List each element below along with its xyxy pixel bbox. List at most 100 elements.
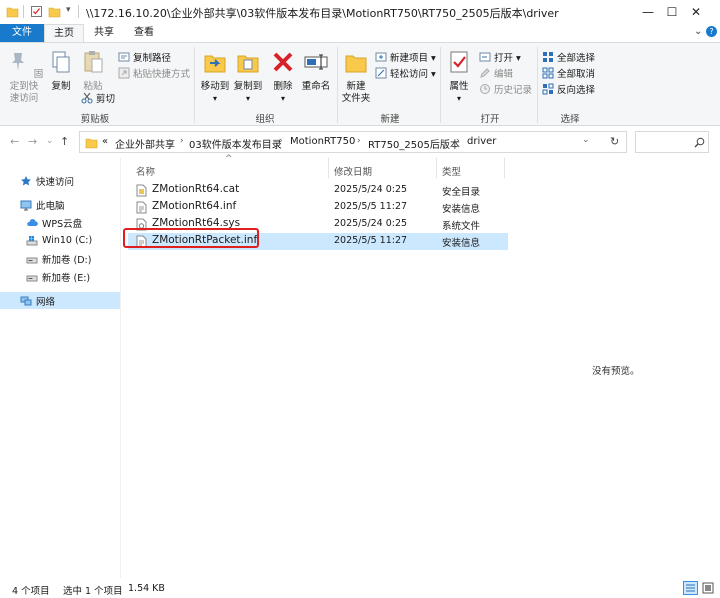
- large-icons-view-icon[interactable]: [701, 581, 715, 595]
- delete-dropdown-icon: ▾: [280, 94, 285, 103]
- select-none-button[interactable]: 全部取消: [542, 66, 595, 80]
- delete-label: 删除: [273, 81, 293, 92]
- back-arrow-icon[interactable]: ←: [10, 135, 19, 148]
- breadcrumb-overflow[interactable]: «: [102, 136, 108, 147]
- preview-pane: 没有预览。: [510, 158, 720, 578]
- new-folder-qa-icon[interactable]: [48, 5, 61, 18]
- copy-to-label: 复制到: [233, 81, 263, 92]
- delete-button[interactable]: 删除 ▾: [270, 49, 296, 105]
- file-row[interactable]: ZMotionRt64.inf 2025/5/5 11:27 安装信息: [128, 199, 508, 216]
- edit-label: 编辑: [494, 69, 514, 80]
- file-row[interactable]: ZMotionRt64.cat 2025/5/24 0:25 安全目录: [128, 182, 508, 199]
- column-header-name[interactable]: 名称: [136, 164, 155, 178]
- breadcrumb-chevron-icon[interactable]: ›: [357, 136, 361, 146]
- help-icon[interactable]: ?: [706, 26, 717, 37]
- computer-icon: [20, 200, 32, 210]
- move-to-label: 移动到: [200, 81, 230, 92]
- invert-selection-button[interactable]: 反向选择: [542, 82, 595, 96]
- breadcrumb-chevron-icon[interactable]: ›: [456, 136, 460, 146]
- tab-view[interactable]: 查看: [124, 24, 164, 42]
- nav-drive-e[interactable]: 新加卷 (E:): [0, 268, 120, 285]
- status-bar: 4 个项目 选中 1 个项目 1.54 KB: [0, 578, 720, 598]
- tab-file[interactable]: 文件: [0, 24, 44, 42]
- select-all-button[interactable]: 全部选择: [542, 50, 595, 64]
- copy-icon: [52, 51, 70, 73]
- nav-drive-c[interactable]: Win10 (C:): [0, 232, 120, 249]
- forward-arrow-icon[interactable]: →: [28, 135, 37, 148]
- nav-wps-cloud[interactable]: WPS云盘: [0, 214, 120, 231]
- new-item-icon: [375, 52, 387, 62]
- breadcrumb-chevron-icon[interactable]: ›: [279, 136, 283, 146]
- column-separator[interactable]: [436, 158, 437, 178]
- file-name: ZMotionRt64.cat: [152, 183, 240, 195]
- easy-access-button[interactable]: 轻松访问 ▾: [375, 66, 436, 80]
- new-folder-button[interactable]: 新建 文件夹: [340, 49, 372, 105]
- details-view-icon[interactable]: [683, 581, 698, 595]
- breadcrumb-release-dir[interactable]: 03软件版本发布目录: [189, 136, 282, 151]
- tab-home[interactable]: 主页: [44, 24, 84, 43]
- column-separator[interactable]: [328, 158, 329, 178]
- nav-quick-access[interactable]: 快速访问: [0, 172, 120, 189]
- new-folder-label: 新建 文件夹: [341, 81, 371, 104]
- copy-path-icon: [118, 52, 130, 62]
- cut-button[interactable]: 剪切: [81, 91, 115, 105]
- sort-ascending-icon: ^: [225, 154, 233, 164]
- status-item-count: 4 个项目: [12, 586, 50, 597]
- move-to-button[interactable]: 移动到 ▾: [199, 49, 231, 105]
- breadcrumb-rt750[interactable]: RT750_2505后版本: [368, 136, 460, 151]
- drive-icon: [26, 275, 38, 281]
- paste-shortcut-label: 粘贴快捷方式: [133, 69, 191, 80]
- nav-this-pc[interactable]: 此电脑: [0, 196, 120, 213]
- scissors-icon: [81, 92, 93, 104]
- nav-drive-c-label: Win10 (C:): [42, 235, 93, 246]
- ribbon-tabs: 文件 主页 共享 查看 ⌄ ?: [0, 24, 720, 43]
- recent-locations-icon[interactable]: ⌄: [46, 136, 54, 146]
- highlight-box: [123, 228, 259, 248]
- breadcrumb-motionrt750[interactable]: MotionRT750: [290, 136, 355, 147]
- preview-empty-text: 没有预览。: [592, 366, 640, 377]
- easy-access-icon: [375, 67, 387, 79]
- copy-button[interactable]: 复制: [46, 49, 76, 93]
- title-bar: ▾ \\172.16.10.20\企业外部共享\03软件版本发布目录\Motio…: [0, 0, 720, 24]
- ribbon-separator: [440, 47, 441, 123]
- copy-path-label: 复制路径: [133, 53, 172, 64]
- tab-share[interactable]: 共享: [84, 24, 124, 42]
- setup-info-file-icon: [136, 201, 147, 214]
- file-type: 安全目录: [442, 187, 481, 198]
- column-header-date[interactable]: 修改日期: [334, 164, 372, 178]
- new-item-button[interactable]: 新建项目 ▾: [375, 50, 436, 64]
- edit-button[interactable]: 编辑: [479, 66, 513, 80]
- network-icon: [20, 296, 32, 305]
- rename-button[interactable]: 重命名: [300, 49, 332, 93]
- search-input[interactable]: [635, 131, 709, 153]
- up-arrow-icon[interactable]: ↑: [60, 135, 69, 148]
- ribbon-collapse-icon[interactable]: ⌄: [694, 26, 702, 37]
- open-button[interactable]: 打开 ▾: [479, 50, 521, 64]
- file-date: 2025/5/5 11:27: [334, 235, 408, 246]
- pin-icon: [11, 53, 24, 71]
- nav-drive-d[interactable]: 新加卷 (D:): [0, 250, 120, 267]
- breadcrumb-chevron-icon[interactable]: ›: [180, 136, 184, 146]
- paste-button[interactable]: 粘贴: [78, 49, 108, 93]
- catalog-file-icon: [136, 184, 147, 197]
- pin-to-quick-access-button[interactable]: 固定到快 速访问: [4, 49, 44, 105]
- properties-check-icon[interactable]: [30, 5, 43, 18]
- copy-path-button[interactable]: 复制路径: [118, 50, 171, 64]
- refresh-icon[interactable]: ↻: [610, 135, 619, 148]
- nav-network[interactable]: 网络: [0, 292, 120, 309]
- history-button[interactable]: 历史记录: [479, 82, 532, 96]
- paste-icon: [84, 51, 103, 73]
- column-separator[interactable]: [504, 158, 505, 178]
- address-bar[interactable]: « 企业外部共享 › 03软件版本发布目录 › MotionRT750 › RT…: [79, 131, 627, 153]
- column-header-type[interactable]: 类型: [442, 164, 461, 178]
- copy-to-button[interactable]: 复制到 ▾: [232, 49, 264, 105]
- breadcrumb-share[interactable]: 企业外部共享: [115, 136, 175, 151]
- paste-shortcut-button[interactable]: 粘贴快捷方式: [118, 66, 190, 80]
- address-dropdown-icon[interactable]: ⌄: [582, 135, 590, 145]
- file-date: 2025/5/24 0:25: [334, 184, 408, 195]
- breadcrumb-driver[interactable]: driver: [467, 136, 496, 147]
- open-icon: [479, 52, 491, 62]
- delete-x-icon: [273, 52, 293, 72]
- properties-button[interactable]: 属性 ▾: [444, 49, 474, 105]
- close-button[interactable]: ✕: [672, 0, 720, 24]
